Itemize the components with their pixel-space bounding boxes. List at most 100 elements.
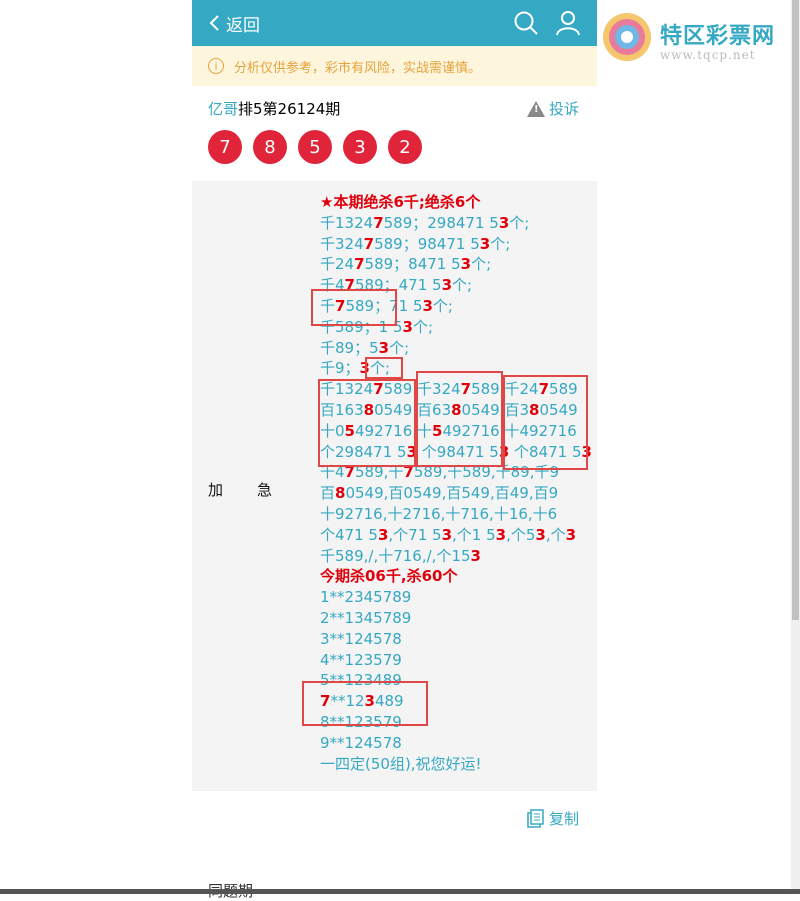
prediction-line: 十92716,十2716,十716,十16,十6 [320,504,592,525]
line-segment: 个; [452,276,473,295]
notice-text: 分析仅供参考，彩市有风险，实战需谨慎。 [234,60,482,76]
line-segment: ,个1 5 [452,525,496,544]
line-segment: 4**123579 [320,650,402,669]
highlight-digit: 3 [535,525,546,544]
line-segment: ,个5 [506,525,536,544]
prediction-line: 百80549,百0549,百549,百49,百9 [320,483,592,504]
scrollbar-thumb[interactable] [792,0,799,620]
section-label: 加急 [208,481,307,499]
highlight-digit: 7 [354,255,365,274]
post-header: 亿哥排5第26124期 ! 投诉 [192,86,597,130]
line-segment: 0549,百0549,百549,百49,百9 [345,484,559,503]
mark-box [503,375,588,470]
line-segment: 一四定(50组),祝您好运! [320,754,482,773]
back-label: 返回 [226,15,260,36]
result-ball: 3 [343,130,377,164]
line-segment: 个; [490,234,511,253]
line-segment: 个471 5 [320,525,378,544]
line-segment: 千9； [320,359,360,378]
post-author[interactable]: 亿哥 [208,100,238,118]
window-bottom-edge [0,889,800,894]
info-icon: i [208,58,224,74]
highlight-digit: 3 [470,546,481,565]
line-segment: 千24 [320,255,355,274]
line-segment: 589；8471 5 [364,255,461,274]
highlight-digit: 3 [377,525,389,544]
line-segment: 2**1345789 [320,608,412,627]
copy-icon [527,808,544,828]
highlight-digit: 3 [422,296,433,315]
prediction-line: 2**1345789 [320,608,592,629]
page-scrollbar[interactable] [791,0,800,894]
highlight-digit: 7 [363,234,375,253]
mark-box [302,681,428,726]
line-segment: 千1324 [320,213,374,232]
result-ball: 7 [208,130,242,164]
line-segment: ,个71 5 [388,525,442,544]
risk-notice: i 分析仅供参考，彩市有风险，实战需谨慎。 [192,46,597,86]
chevron-left-icon [209,15,219,31]
prediction-content: 加急 ★本期绝杀6千;绝杀6个千13247589；298471 53个; 千324… [192,181,597,791]
prediction-line: 今期杀06千,杀60个 [320,566,592,587]
logo-text: 特区彩票网 [660,24,776,49]
copy-button[interactable]: 复制 [526,808,579,829]
mark-box [416,371,503,467]
line-segment: ,个 [545,525,566,544]
search-icon[interactable] [513,10,539,36]
warning-icon: ! [526,100,545,117]
highlight-digit: 3 [441,525,452,544]
mark-box [311,289,397,326]
line-segment: 个; [389,338,410,357]
logo-swirl-icon [603,13,651,61]
highlight-digit: 3 [479,234,491,253]
back-button[interactable]: 返回 [208,11,260,36]
report-label: 投诉 [548,100,579,118]
line-segment: 9**124578 [320,733,402,752]
line-segment: 1**2345789 [320,588,412,607]
result-ball: 2 [388,130,422,164]
top-bar: 返回 [192,0,597,46]
line-segment: 千589,/,十716,/,个15 [320,546,471,565]
report-button[interactable]: ! 投诉 [526,98,579,119]
logo-url: www.tqcp.net [660,48,756,62]
result-balls: 7 8 5 3 2 [192,130,597,174]
line-segment: 个; [412,317,433,336]
mobile-page: 返回 i 分析仅供参考，彩市有风险，实战需谨慎。 亿哥排5第26124期 ! 投… [192,0,597,900]
prediction-line: 千13247589；298471 53个; [320,213,592,234]
line-segment: 个; [509,213,530,232]
mark-box [318,379,416,467]
highlight-digit: 3 [565,525,577,544]
user-icon[interactable] [555,10,581,36]
line-segment: 千324 [320,234,364,253]
prediction-line: 千3247589；98471 53个; [320,234,592,255]
prediction-line: ★本期绝杀6千;绝杀6个 [320,192,592,213]
highlight-digit: 7 [373,213,384,232]
highlight-digit: 3 [402,317,413,336]
prediction-line: 千89；53个; [320,338,592,359]
post-issue: 排5第26124期 [238,100,341,118]
line-segment: 个; [432,296,453,315]
highlight-digit: 3 [498,213,510,232]
highlight-digit: ★本期绝杀6千;绝杀6个 [320,193,481,211]
prediction-line: 3**124578 [320,629,592,650]
prediction-line: 千589,/,十716,/,个153 [320,546,592,567]
site-logo: 特区彩票网 www.tqcp.net [600,10,795,64]
result-ball: 8 [253,130,287,164]
highlight-digit: 3 [441,276,452,295]
highlight-digit: 8 [335,484,346,503]
line-segment: 589；98471 5 [374,234,480,253]
prediction-line: 一四定(50组),祝您好运! [320,754,592,775]
line-segment: 百 [320,484,336,503]
prediction-line: 个471 53,个71 53,个1 53,个53,个3 [320,525,592,546]
result-ball: 5 [298,130,332,164]
prediction-line: 1**2345789 [320,587,592,608]
highlight-digit: 今期杀06千,杀60个 [320,567,458,586]
highlight-digit: 3 [378,338,390,357]
prediction-line: 千247589；8471 53个; [320,254,592,275]
line-segment: 3**124578 [320,629,402,648]
highlight-digit: 3 [495,525,507,544]
line-segment: 个; [471,255,492,274]
line-segment: 十92716,十2716,十716,十16,十6 [320,504,558,523]
copy-label: 复制 [548,810,579,828]
line-segment: 千89；5 [320,338,379,357]
